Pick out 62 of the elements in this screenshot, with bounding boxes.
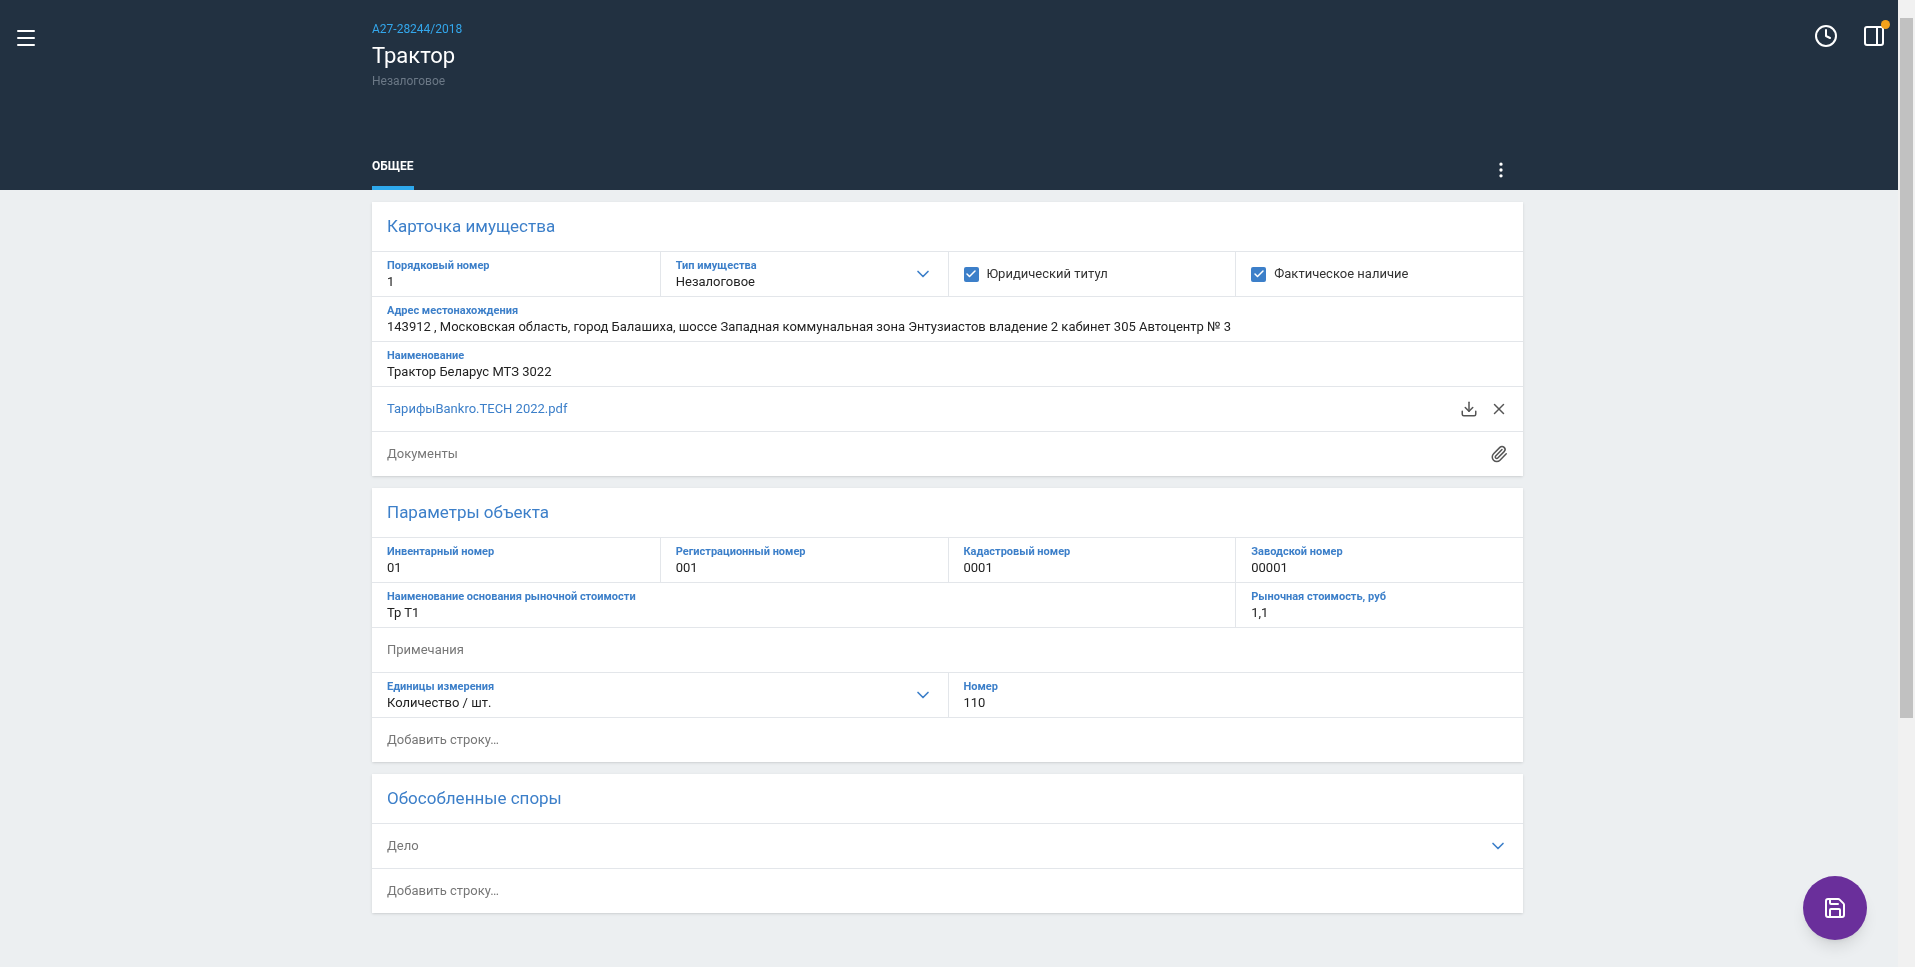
text-field[interactable]: Рыночная стоимость, руб 1,1	[1235, 583, 1523, 627]
card-title: Обособленные споры	[372, 774, 1523, 824]
field-label: Единицы измерения	[387, 679, 495, 694]
field-value: 143912 , Московская область, город Балашиха, шоссе Западная коммунальная зона Энтузиастов владение 2 кабинет 305 Автоцентр № 3	[387, 317, 1231, 335]
field-label: Рыночная стоимость, руб	[1251, 589, 1386, 604]
field-value: 1	[387, 272, 395, 290]
card-title: Параметры объекта	[372, 488, 1523, 538]
field-value: 110	[963, 693, 986, 711]
download-icon[interactable]	[1460, 400, 1478, 418]
field-placeholder: Добавить строку…	[387, 882, 499, 901]
save-button[interactable]	[1803, 876, 1867, 940]
field-label: Регистрационный номер	[675, 544, 806, 559]
field-value: Трактор Беларус МТЗ 3022	[387, 362, 552, 380]
select-field[interactable]: Тип имущества Незалоговое	[659, 252, 948, 296]
input-field[interactable]: Примечания	[372, 628, 1523, 672]
checkbox[interactable]	[1251, 266, 1267, 282]
field-label: Тип имущества	[675, 258, 757, 273]
save-icon	[1823, 896, 1847, 920]
field-label: Адрес местонахождения	[387, 303, 519, 318]
text-field[interactable]: Наименование Трактор Беларус МТЗ 3022	[372, 342, 1523, 386]
field-label: Наименование основания рыночной стоимости	[387, 589, 636, 604]
text-field[interactable]: Порядковый номер 1	[372, 252, 660, 296]
field-placeholder: Примечания	[387, 641, 464, 660]
text-field[interactable]: Заводской номер 00001	[1235, 538, 1523, 582]
input-field[interactable]: Добавить строку…	[372, 869, 1523, 913]
field-label: Номер	[963, 679, 998, 694]
select-field[interactable]: Единицы измерения Количество / шт.	[372, 673, 948, 717]
field-value: 0001	[963, 558, 993, 576]
paperclip-icon[interactable]	[1490, 445, 1508, 463]
field-value: 001	[675, 558, 698, 576]
page-subtitle: Незалоговое	[372, 73, 447, 90]
checkbox-label: Юридический титул	[986, 265, 1108, 284]
text-field[interactable]: Инвентарный номер 01	[372, 538, 660, 582]
card-title: Карточка имущества	[372, 202, 1523, 252]
field-value: Незалоговое	[675, 272, 756, 290]
field-placeholder: Дело	[387, 837, 419, 856]
text-field[interactable]: Наименование основания рыночной стоимости Тр Т1	[372, 583, 1236, 627]
documents-field[interactable]: Документы	[372, 432, 1523, 476]
field-label: Порядковый номер	[387, 258, 490, 273]
checkbox[interactable]	[963, 266, 979, 282]
field-value: 1,1	[1251, 603, 1269, 621]
field-value: 01	[387, 558, 402, 576]
text-field[interactable]: Номер 110	[947, 673, 1523, 717]
field-value: Количество / шт.	[387, 693, 493, 711]
text-field[interactable]: Регистрационный номер 001	[659, 538, 948, 582]
case-number-link[interactable]: А27-28244/2018	[372, 20, 463, 38]
field-placeholder: Документы	[387, 445, 458, 464]
text-field[interactable]: Адрес местонахождения 143912 , Московская область, город Балашиха, шоссе Западная коммунальная зона Энтузиастов владение 2 кабинет 305 Автоцентр № 3	[372, 297, 1523, 341]
field-label: Кадастровый номер	[963, 544, 1071, 559]
text-field[interactable]: Кадастровый номер 0001	[947, 538, 1236, 582]
field-label: Инвентарный номер	[387, 544, 495, 559]
field-value: Тр Т1	[387, 603, 420, 621]
tab[interactable]: ОБЩЕЕ	[372, 146, 414, 190]
select-field[interactable]: Дело	[372, 824, 1523, 868]
checkbox-label: Фактическое наличие	[1274, 265, 1409, 284]
page-title: Трактор	[372, 42, 457, 70]
input-field[interactable]: Добавить строку…	[372, 718, 1523, 762]
file-link[interactable]: ТарифыBankro.TECH 2022.pdf	[387, 399, 568, 419]
field-label: Наименование	[387, 348, 465, 363]
field-placeholder: Добавить строку…	[387, 731, 499, 750]
field-value: 00001	[1251, 558, 1288, 576]
field-label: Заводской номер	[1251, 544, 1343, 559]
